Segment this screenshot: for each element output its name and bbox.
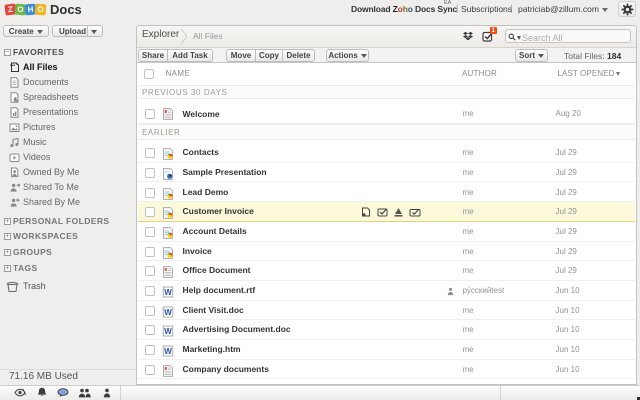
svg-text:W: W [164,288,172,297]
svg-text:W: W [164,347,172,356]
svg-text:W: W [164,327,172,336]
svg-text:W: W [164,308,172,317]
